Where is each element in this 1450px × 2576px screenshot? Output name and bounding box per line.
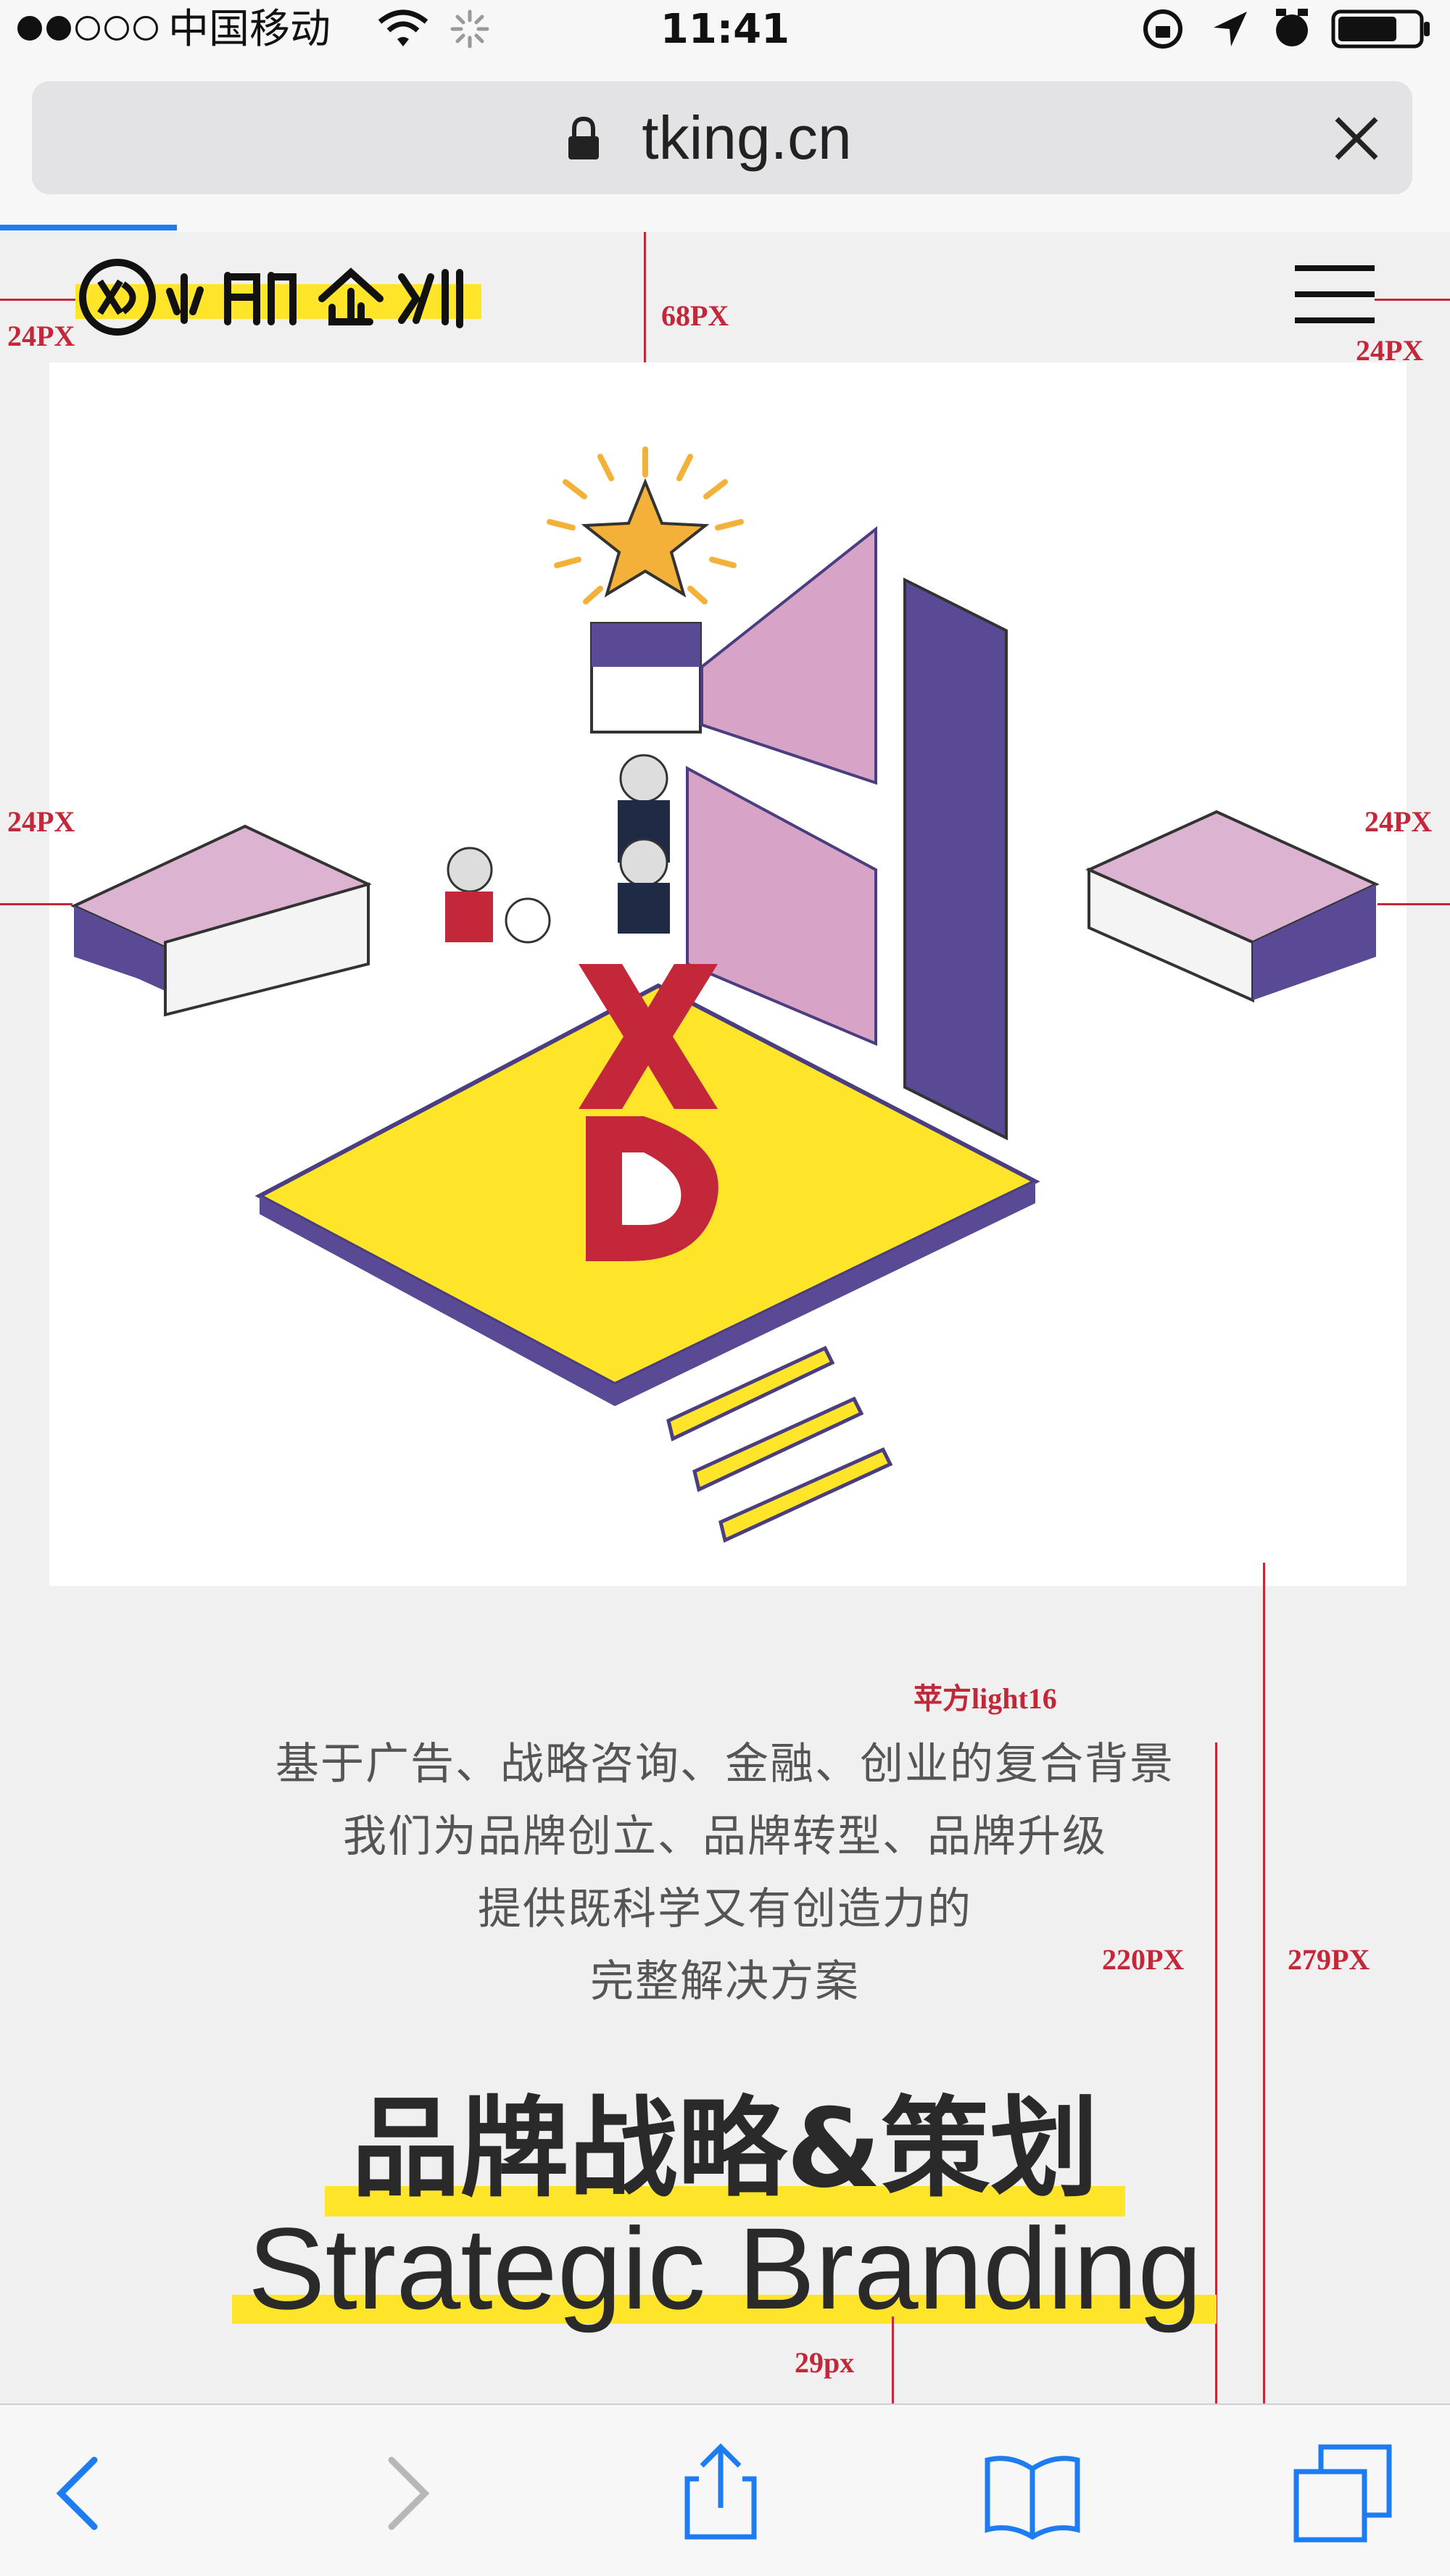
annotation-line bbox=[1378, 903, 1450, 905]
annotation-hero-right-margin: 24PX bbox=[1364, 805, 1433, 838]
annotation-line bbox=[0, 903, 72, 905]
isometric-illustration bbox=[70, 446, 1380, 1543]
close-icon[interactable] bbox=[1331, 113, 1382, 164]
battery-icon bbox=[1331, 9, 1430, 49]
share-icon[interactable] bbox=[670, 2443, 771, 2544]
annotation-line bbox=[1375, 299, 1450, 301]
rotation-lock-icon bbox=[1143, 9, 1182, 49]
back-icon[interactable] bbox=[29, 2443, 130, 2544]
annotation-line bbox=[0, 299, 75, 301]
status-bar: 中国移动 11:41 bbox=[0, 0, 1450, 58]
annotation-font-spec: 苹方light16 bbox=[914, 1682, 1057, 1715]
hamburger-menu-icon[interactable] bbox=[1295, 265, 1375, 323]
annotation-hero-left-margin: 24PX bbox=[7, 805, 75, 838]
annotation-logo-margin: 24PX bbox=[7, 320, 75, 352]
annotation-bottom-gap: 29px bbox=[795, 2346, 855, 2379]
intro-line: 我们为品牌创立、品牌转型、品牌升级 bbox=[343, 1812, 1107, 1861]
annotation-header-height: 68PX bbox=[661, 299, 729, 332]
section-title-en: Strategic Branding bbox=[247, 2203, 1203, 2333]
bookmarks-icon[interactable] bbox=[982, 2443, 1083, 2544]
annotation-section-height: 279PX bbox=[1288, 1943, 1370, 1976]
location-icon bbox=[1214, 12, 1247, 46]
star-icon bbox=[581, 478, 710, 598]
intro-line: 提供既科学又有创造力的 bbox=[478, 1885, 972, 1933]
annotation-text-block-height: 220PX bbox=[1102, 1943, 1185, 1976]
forward-icon[interactable] bbox=[355, 2443, 457, 2544]
hero-illustration-panel bbox=[49, 362, 1406, 1586]
intro-line: 完整解决方案 bbox=[590, 1957, 860, 2006]
alarm-icon bbox=[1276, 9, 1308, 46]
intro-text: 基于广告、战略咨询、金融、创业的复合背景 我们为品牌创立、品牌转型、品牌升级 提… bbox=[0, 1728, 1450, 2018]
page-load-progress bbox=[0, 225, 177, 230]
annotation-line bbox=[892, 2317, 894, 2403]
intro-line: 基于广告、战略咨询、金融、创业的复合背景 bbox=[276, 1740, 1174, 1788]
section-title-zh: 品牌战略&策划 bbox=[351, 2086, 1099, 2212]
url-text[interactable]: tking.cn bbox=[0, 101, 1450, 174]
tabs-icon[interactable] bbox=[1292, 2443, 1393, 2544]
site-logo[interactable] bbox=[75, 255, 481, 339]
